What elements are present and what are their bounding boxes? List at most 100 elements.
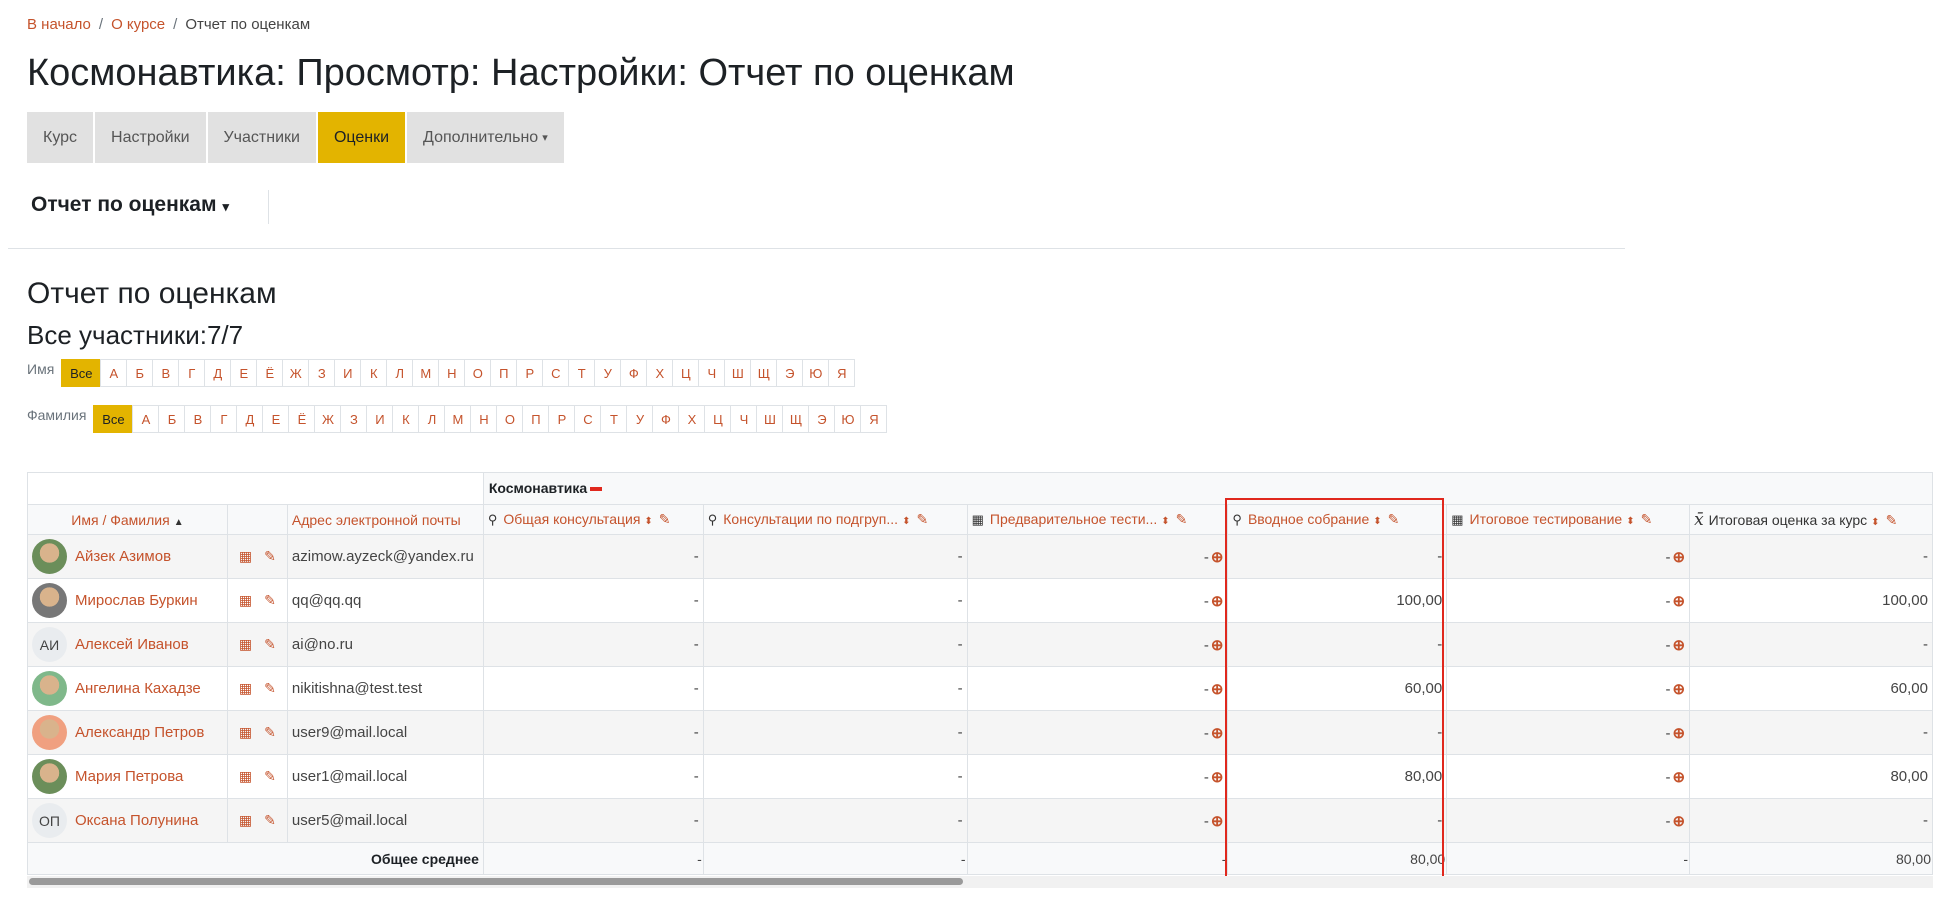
grade-cell[interactable]: -: [702, 622, 968, 667]
edit-icon[interactable]: ✎: [659, 511, 671, 527]
single-view-icon[interactable]: ▦: [239, 724, 252, 740]
avatar[interactable]: [32, 715, 67, 750]
filter-letter-button[interactable]: М: [412, 359, 440, 387]
single-view-icon[interactable]: ▦: [239, 636, 252, 652]
zoom-icon[interactable]: ⊕: [1672, 681, 1685, 698]
grade-cell[interactable]: - ⊕: [966, 534, 1229, 579]
filter-letter-button[interactable]: О: [464, 359, 492, 387]
zoom-icon[interactable]: ⊕: [1211, 813, 1224, 830]
scrollbar-thumb[interactable]: [29, 878, 963, 885]
filter-letter-button[interactable]: З: [308, 359, 336, 387]
grade-item-label[interactable]: Вводное собрание: [1248, 511, 1369, 527]
filter-letter-button[interactable]: Ю: [834, 405, 862, 433]
grade-item-label[interactable]: Итоговое тестирование: [1470, 511, 1623, 527]
email-column-header[interactable]: Адрес электронной почты: [286, 504, 484, 535]
zoom-icon[interactable]: ⊕: [1672, 725, 1685, 742]
grade-cell[interactable]: -: [702, 666, 968, 711]
grade-cell[interactable]: -: [1689, 710, 1933, 755]
grade-item-label[interactable]: Общая консультация: [503, 511, 640, 527]
grade-item-label[interactable]: Предварительное тести...: [990, 511, 1157, 527]
grade-cell[interactable]: - ⊕: [966, 622, 1229, 667]
filter-letter-button[interactable]: К: [392, 405, 420, 433]
grade-cell[interactable]: - ⊕: [1446, 666, 1691, 711]
filter-letter-button[interactable]: А: [132, 405, 160, 433]
grade-cell[interactable]: -: [1227, 622, 1448, 667]
filter-letter-button[interactable]: Ч: [730, 405, 758, 433]
filter-letter-button[interactable]: Т: [600, 405, 628, 433]
zoom-icon[interactable]: ⊕: [1211, 769, 1224, 786]
filter-letter-button[interactable]: З: [340, 405, 368, 433]
grade-cell[interactable]: -: [1227, 798, 1448, 843]
zoom-icon[interactable]: ⊕: [1211, 681, 1224, 698]
zoom-icon[interactable]: ⊕: [1672, 593, 1685, 610]
filter-letter-button[interactable]: В: [152, 359, 180, 387]
grade-cell[interactable]: - ⊕: [966, 666, 1229, 711]
grade-cell[interactable]: -: [1689, 622, 1933, 667]
collapse-icon[interactable]: [590, 487, 603, 492]
filter-letter-button[interactable]: М: [444, 405, 472, 433]
grade-cell[interactable]: -: [702, 754, 968, 799]
grade-cell[interactable]: -: [482, 710, 704, 755]
tab-settings[interactable]: Настройки: [95, 112, 206, 163]
single-view-icon[interactable]: ▦: [239, 680, 252, 696]
grade-item-header[interactable]: ▦ Итоговое тестирование ⬍ ✎: [1446, 504, 1691, 535]
grade-cell[interactable]: -: [482, 578, 704, 623]
sort-icon[interactable]: ⬍: [1161, 516, 1169, 527]
filter-letter-button[interactable]: Щ: [750, 359, 778, 387]
grade-item-header[interactable]: x̄ Итоговая оценка за курс ⬍ ✎: [1689, 504, 1933, 535]
filter-letter-button[interactable]: У: [594, 359, 622, 387]
grade-cell[interactable]: - ⊕: [966, 754, 1229, 799]
grade-item-label[interactable]: Консультации по подгруп...: [723, 511, 898, 527]
avatar[interactable]: [32, 539, 67, 574]
filter-all-button[interactable]: Все: [61, 359, 102, 387]
sort-icon[interactable]: ⬍: [1373, 516, 1381, 527]
filter-letter-button[interactable]: Р: [516, 359, 544, 387]
filter-letter-button[interactable]: О: [496, 405, 524, 433]
single-view-icon[interactable]: ▦: [239, 812, 252, 828]
grade-cell[interactable]: - ⊕: [1446, 578, 1691, 623]
edit-icon[interactable]: ✎: [264, 592, 276, 608]
filter-letter-button[interactable]: Е: [262, 405, 290, 433]
filter-letter-button[interactable]: Г: [210, 405, 238, 433]
grade-cell[interactable]: - ⊕: [966, 798, 1229, 843]
filter-letter-button[interactable]: Ё: [288, 405, 316, 433]
edit-icon[interactable]: ✎: [916, 511, 928, 527]
filter-letter-button[interactable]: Ж: [282, 359, 310, 387]
filter-letter-button[interactable]: Б: [126, 359, 154, 387]
filter-letter-button[interactable]: У: [626, 405, 654, 433]
filter-letter-button[interactable]: Д: [204, 359, 232, 387]
grade-cell[interactable]: - ⊕: [1446, 798, 1691, 843]
filter-letter-button[interactable]: Х: [646, 359, 674, 387]
grade-cell[interactable]: -: [702, 710, 968, 755]
avatar[interactable]: [32, 671, 67, 706]
filter-letter-button[interactable]: Ё: [256, 359, 284, 387]
grade-cell[interactable]: -: [1689, 534, 1933, 579]
edit-icon[interactable]: ✎: [1388, 511, 1400, 527]
edit-icon[interactable]: ✎: [1176, 511, 1188, 527]
avatar[interactable]: [32, 759, 67, 794]
sort-icon[interactable]: ⬍: [1871, 517, 1879, 528]
filter-letter-button[interactable]: Л: [418, 405, 446, 433]
student-name-link[interactable]: Мирослав Буркин: [75, 592, 198, 609]
grade-cell[interactable]: -: [702, 534, 968, 579]
student-name-link[interactable]: Александр Петров: [75, 724, 204, 741]
filter-letter-button[interactable]: В: [184, 405, 212, 433]
grade-cell[interactable]: 60,00: [1689, 666, 1933, 711]
student-name-link[interactable]: Айзек Азимов: [75, 548, 171, 565]
avatar[interactable]: [32, 583, 67, 618]
breadcrumb-course[interactable]: О курсе: [111, 16, 165, 33]
grade-cell[interactable]: - ⊕: [966, 578, 1229, 623]
edit-icon[interactable]: ✎: [264, 548, 276, 564]
grade-cell[interactable]: - ⊕: [966, 710, 1229, 755]
filter-letter-button[interactable]: А: [100, 359, 128, 387]
filter-letter-button[interactable]: Ф: [652, 405, 680, 433]
tab-course[interactable]: Курс: [27, 112, 94, 163]
grade-cell[interactable]: -: [482, 622, 704, 667]
grade-cell[interactable]: -: [702, 578, 968, 623]
filter-letter-button[interactable]: Ц: [704, 405, 732, 433]
breadcrumb-home[interactable]: В начало: [27, 16, 91, 33]
grade-cell[interactable]: - ⊕: [1446, 534, 1691, 579]
sort-icon[interactable]: ⬍: [902, 516, 910, 527]
tab-more[interactable]: Дополнительно ▾: [407, 112, 564, 163]
tab-grades[interactable]: Оценки: [317, 112, 406, 163]
